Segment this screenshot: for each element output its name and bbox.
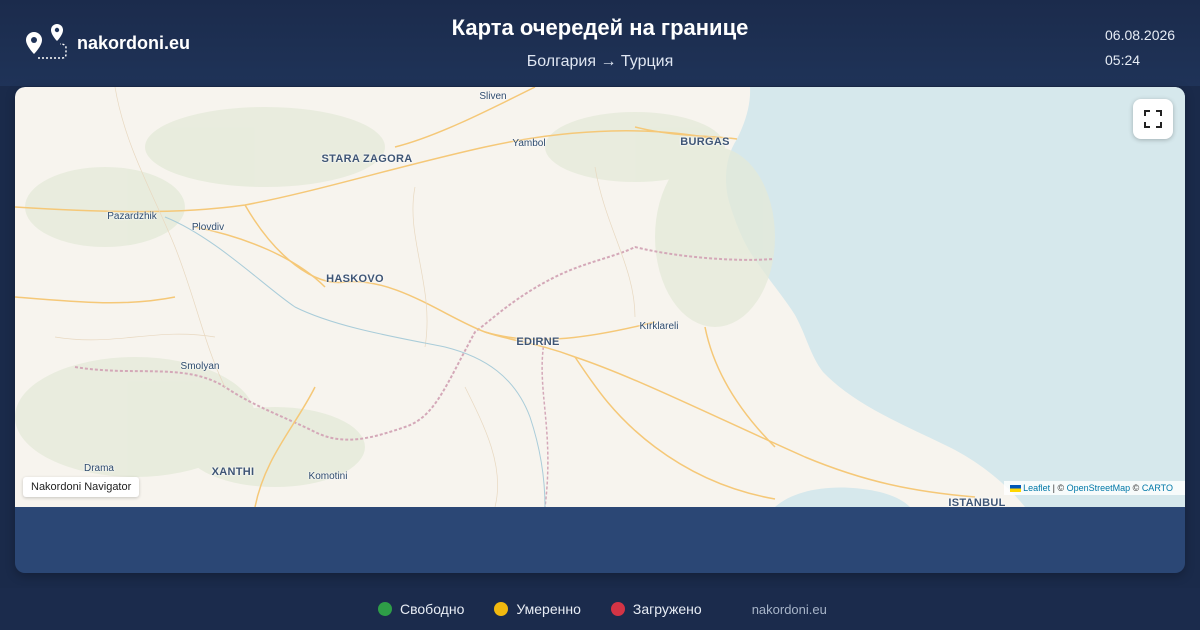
attrib-sep-2: © [1130,483,1142,493]
navigator-label: Nakordoni Navigator [23,477,140,497]
carto-link[interactable]: CARTO [1142,483,1173,493]
time-text: 05:24 [1105,52,1141,68]
legend-dot-red [610,602,625,616]
city-label: XANTHI [211,466,255,478]
footer-site: nakordoni.eu [751,601,827,617]
legend-dot-yellow [494,602,509,616]
fullscreen-icon [1144,110,1162,128]
legend-item-busy: Загружено [610,601,702,617]
fullscreen-button[interactable] [1133,99,1173,139]
title-block: Карта очередей на границе Болгария → Тур… [0,15,1200,71]
map[interactable]: Sliven Yambol BURGAS STARA ZAGORA Pazardzhik… [15,87,1185,507]
legend-item-free: Свободно [378,601,464,617]
osm-link[interactable]: OpenStreetMap [1067,483,1131,493]
legend-label: Умеренно [516,601,581,617]
city-label: Kırklareli [639,321,679,332]
legend: Свободно Умеренно Загружено nakordoni.eu [378,601,827,617]
ukraine-flag-icon [1010,485,1022,492]
legend-item-moderate: Умеренно [494,601,581,617]
leaflet-link[interactable]: Leaflet [1023,483,1050,493]
city-label: ISTANBUL [948,497,1006,507]
city-label: EDIRNE [516,336,560,348]
datetime: 06.08.2026 05:24 [1105,23,1175,73]
footer: Свободно Умеренно Загружено nakordoni.eu [0,588,1200,630]
city-label: Drama [83,463,115,474]
legend-dot-green [378,602,392,616]
city-label: BURGAS [680,136,730,148]
page-title: Карта очередей на границе [451,15,749,40]
header: nakordoni.eu Карта очередей на границе Б… [0,0,1200,86]
map-panel: Sliven Yambol BURGAS STARA ZAGORA Pazardzhik… [15,87,1185,573]
attrib-sep-1: | © [1050,483,1067,493]
city-label: Smolyan [180,361,220,372]
route-subtitle: Болгария → Турция [526,53,674,70]
city-label: Komotini [308,471,348,482]
legend-label: Загружено [632,601,702,617]
city-label: Pazardzhik [107,211,157,222]
city-label: Sliven [479,91,507,102]
map-base [15,87,1185,507]
legend-label: Свободно [400,601,465,617]
city-label: Yambol [512,138,546,149]
city-label: STARA ZAGORA [321,153,413,165]
city-label: HASKOVO [326,273,384,285]
city-label: Plovdiv [191,222,225,233]
date-text: 06.08.2026 [1105,27,1176,43]
map-attribution: Leaflet | © OpenStreetMap © CARTO [1004,481,1185,495]
